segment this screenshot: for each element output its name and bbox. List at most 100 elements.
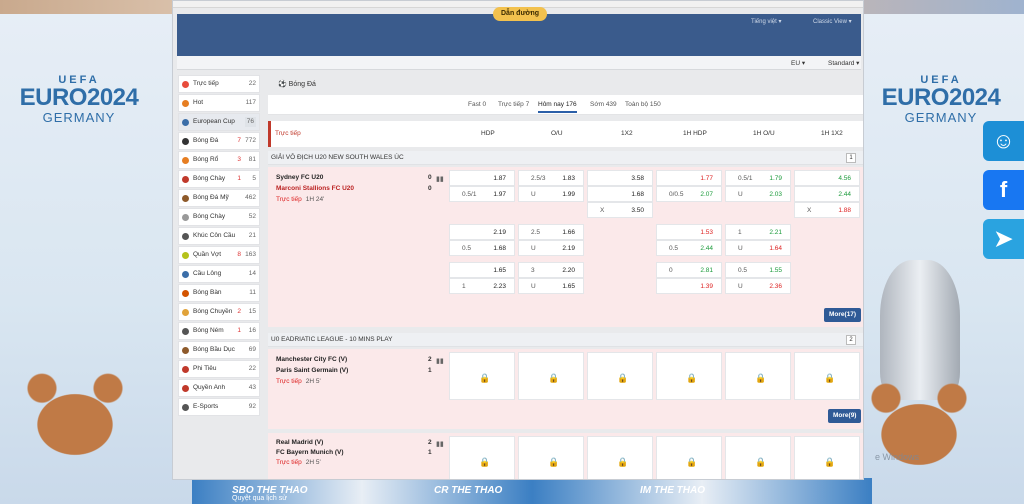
sidebar-item[interactable]: Trực tiếp 22 — [178, 75, 260, 93]
lock-icon: 🔒 — [548, 457, 560, 467]
odds-format-select[interactable]: EU ▾ — [791, 59, 805, 67]
odds-price: 2.21 — [769, 229, 782, 236]
header-1h-ou: 1H O/U — [753, 130, 775, 137]
odds-cell[interactable]: X 3.50 — [587, 202, 653, 218]
league-row[interactable]: U0 EADRIATIC LEAGUE - 10 MINS PLAY 2 — [268, 333, 863, 347]
odds-cell[interactable]: 0.5 1.55 — [725, 262, 791, 278]
odds-cell[interactable]: X 1.88 — [794, 202, 860, 218]
odds-cell[interactable]: 0.5/1 1.97 — [449, 186, 515, 202]
more-markets-button[interactable]: More(9) — [828, 409, 862, 423]
odds-cell[interactable]: 1.87 — [449, 170, 515, 186]
odds-cell[interactable]: 2.44 — [794, 186, 860, 202]
navigation-button[interactable]: Dẫn đường — [493, 7, 548, 21]
sidebar-item[interactable]: Bóng Đá 7 772 — [178, 132, 260, 150]
odds-line: X — [600, 207, 605, 214]
sidebar-item[interactable]: Bóng Chày 1 5 — [178, 170, 260, 188]
away-team[interactable]: Paris Saint Germain (V) — [276, 367, 348, 374]
home-team[interactable]: Sydney FC U20 — [276, 174, 323, 181]
hockey-icon — [182, 233, 189, 240]
odds-cell[interactable]: U 2.19 — [518, 240, 584, 256]
footer-banner[interactable]: SBO THE THAO Quyệt qua lịch sử CR THE TH… — [192, 478, 872, 504]
lock-icon: 🔒 — [479, 457, 491, 467]
odds-cell[interactable]: U 1.65 — [518, 278, 584, 294]
sidebar-item[interactable]: Bóng Ném 1 16 — [178, 322, 260, 340]
sports-sidebar: Trực tiếp 22 Hot 117 European Cup 76 Bóng Đá 7 7… — [178, 75, 260, 417]
odds-line: 0.5/1 — [738, 175, 753, 182]
sidebar-item[interactable]: Quyền Anh 43 — [178, 379, 260, 397]
odds-cell[interactable]: 2.19 — [449, 224, 515, 240]
app-window: Tiếng việt ▾ Classic View ▾ EU ▾ Standar… — [172, 0, 864, 480]
tab[interactable]: Hôm nay 176 — [538, 101, 577, 113]
sidebar-item[interactable]: European Cup 76 — [178, 113, 260, 131]
odds-cell[interactable]: 0.5 1.68 — [449, 240, 515, 256]
sidebar-item[interactable]: Bóng Đá Mỹ 462 — [178, 189, 260, 207]
odds-cell[interactable]: U 1.99 — [518, 186, 584, 202]
odds-cell[interactable]: U 2.03 — [725, 186, 791, 202]
odds-cell[interactable]: 1 2.21 — [725, 224, 791, 240]
odds-cell[interactable]: 0/0.5 2.07 — [656, 186, 722, 202]
odds-cell[interactable]: 2.5 1.66 — [518, 224, 584, 240]
away-score: 0 — [428, 185, 432, 192]
more-markets-button[interactable]: More(17) — [824, 308, 862, 322]
event-count: 117 — [245, 99, 256, 106]
odds-cell[interactable]: 3.58 — [587, 170, 653, 186]
stats-icon[interactable]: ▮▮ — [436, 357, 444, 365]
odds-cell[interactable]: 1.68 — [587, 186, 653, 202]
telegram-icon[interactable]: ➤ — [983, 219, 1024, 259]
odds-cell[interactable]: U 2.36 — [725, 278, 791, 294]
odds-cell[interactable]: 0.5 2.44 — [656, 240, 722, 256]
odds-cell[interactable]: 3 2.20 — [518, 262, 584, 278]
sidebar-item[interactable]: Bóng Chuyền 2 15 — [178, 303, 260, 321]
away-team[interactable]: Marconi Stallions FC U20 — [276, 185, 354, 192]
lock-icon: 🔒 — [617, 373, 629, 383]
sidebar-item[interactable]: Quần Vợt 8 163 — [178, 246, 260, 264]
view-select[interactable]: Classic View ▾ — [813, 18, 852, 25]
home-team[interactable]: Manchester City FC (V) — [276, 356, 347, 363]
sidebar-item[interactable]: Khúc Côn Cầu 21 — [178, 227, 260, 245]
odds-cell[interactable]: 0 2.81 — [656, 262, 722, 278]
odds-cell[interactable]: 0.5/1 1.79 — [725, 170, 791, 186]
tab[interactable]: Trực tiếp 7 — [498, 101, 529, 108]
locked-odds-cell: 🔒 — [587, 436, 653, 479]
sidebar-item[interactable]: Bóng Bàn 11 — [178, 284, 260, 302]
odds-price: 2.44 — [838, 191, 851, 198]
odds-cell[interactable]: 1 2.23 — [449, 278, 515, 294]
sidebar-item[interactable]: E-Sports 92 — [178, 398, 260, 416]
tab[interactable]: Sớm 439 — [590, 101, 617, 108]
odds-cell[interactable]: 1.77 — [656, 170, 722, 186]
stats-icon[interactable]: ▮▮ — [436, 175, 444, 183]
league-row[interactable]: GIẢI VÔ ĐỊCH U20 NEW SOUTH WALES ÚC 1 — [268, 151, 863, 165]
sidebar-item-label: Bóng Rổ — [193, 156, 219, 163]
table-tennis-icon — [182, 290, 189, 297]
home-score: 2 — [428, 439, 432, 446]
facebook-icon[interactable]: f — [983, 170, 1024, 210]
odds-cell[interactable]: 2.5/3 1.83 — [518, 170, 584, 186]
tab[interactable]: Toàn bộ 150 — [625, 101, 661, 108]
odds-line: 3 — [531, 267, 535, 274]
odds-cell[interactable]: U 1.64 — [725, 240, 791, 256]
sidebar-item[interactable]: Cầu Lông 14 — [178, 265, 260, 283]
home-team[interactable]: Real Madrid (V) — [276, 439, 323, 446]
odds-settings-bar: EU ▾ Standard ▾ — [177, 56, 861, 70]
odds-cell[interactable]: 4.56 — [794, 170, 860, 186]
event-count: 15 — [248, 308, 256, 315]
sidebar-item[interactable]: Hot 117 — [178, 94, 260, 112]
mascot-bear-left — [0, 364, 150, 474]
support-icon[interactable]: ☺ — [983, 121, 1024, 161]
odds-type-select[interactable]: Standard ▾ — [828, 59, 859, 67]
odds-cell[interactable]: 1.39 — [656, 278, 722, 294]
sidebar-item[interactable]: Bóng Bầu Dục 69 — [178, 341, 260, 359]
odds-cell[interactable]: 1.65 — [449, 262, 515, 278]
odds-cell[interactable]: 1.53 — [656, 224, 722, 240]
tennis-icon — [182, 252, 189, 259]
stats-icon[interactable]: ▮▮ — [436, 440, 444, 448]
language-select[interactable]: Tiếng việt ▾ — [751, 18, 781, 25]
odds-line: U — [738, 245, 743, 252]
sidebar-item[interactable]: Bóng Chày 52 — [178, 208, 260, 226]
event-count: 163 — [245, 251, 256, 258]
odds-line: 1 — [462, 283, 466, 290]
sidebar-item[interactable]: Phi Tiêu 22 — [178, 360, 260, 378]
away-team[interactable]: FC Bayern Munich (V) — [276, 449, 344, 456]
sidebar-item[interactable]: Bóng Rổ 3 81 — [178, 151, 260, 169]
tab[interactable]: Fast 0 — [468, 101, 486, 108]
